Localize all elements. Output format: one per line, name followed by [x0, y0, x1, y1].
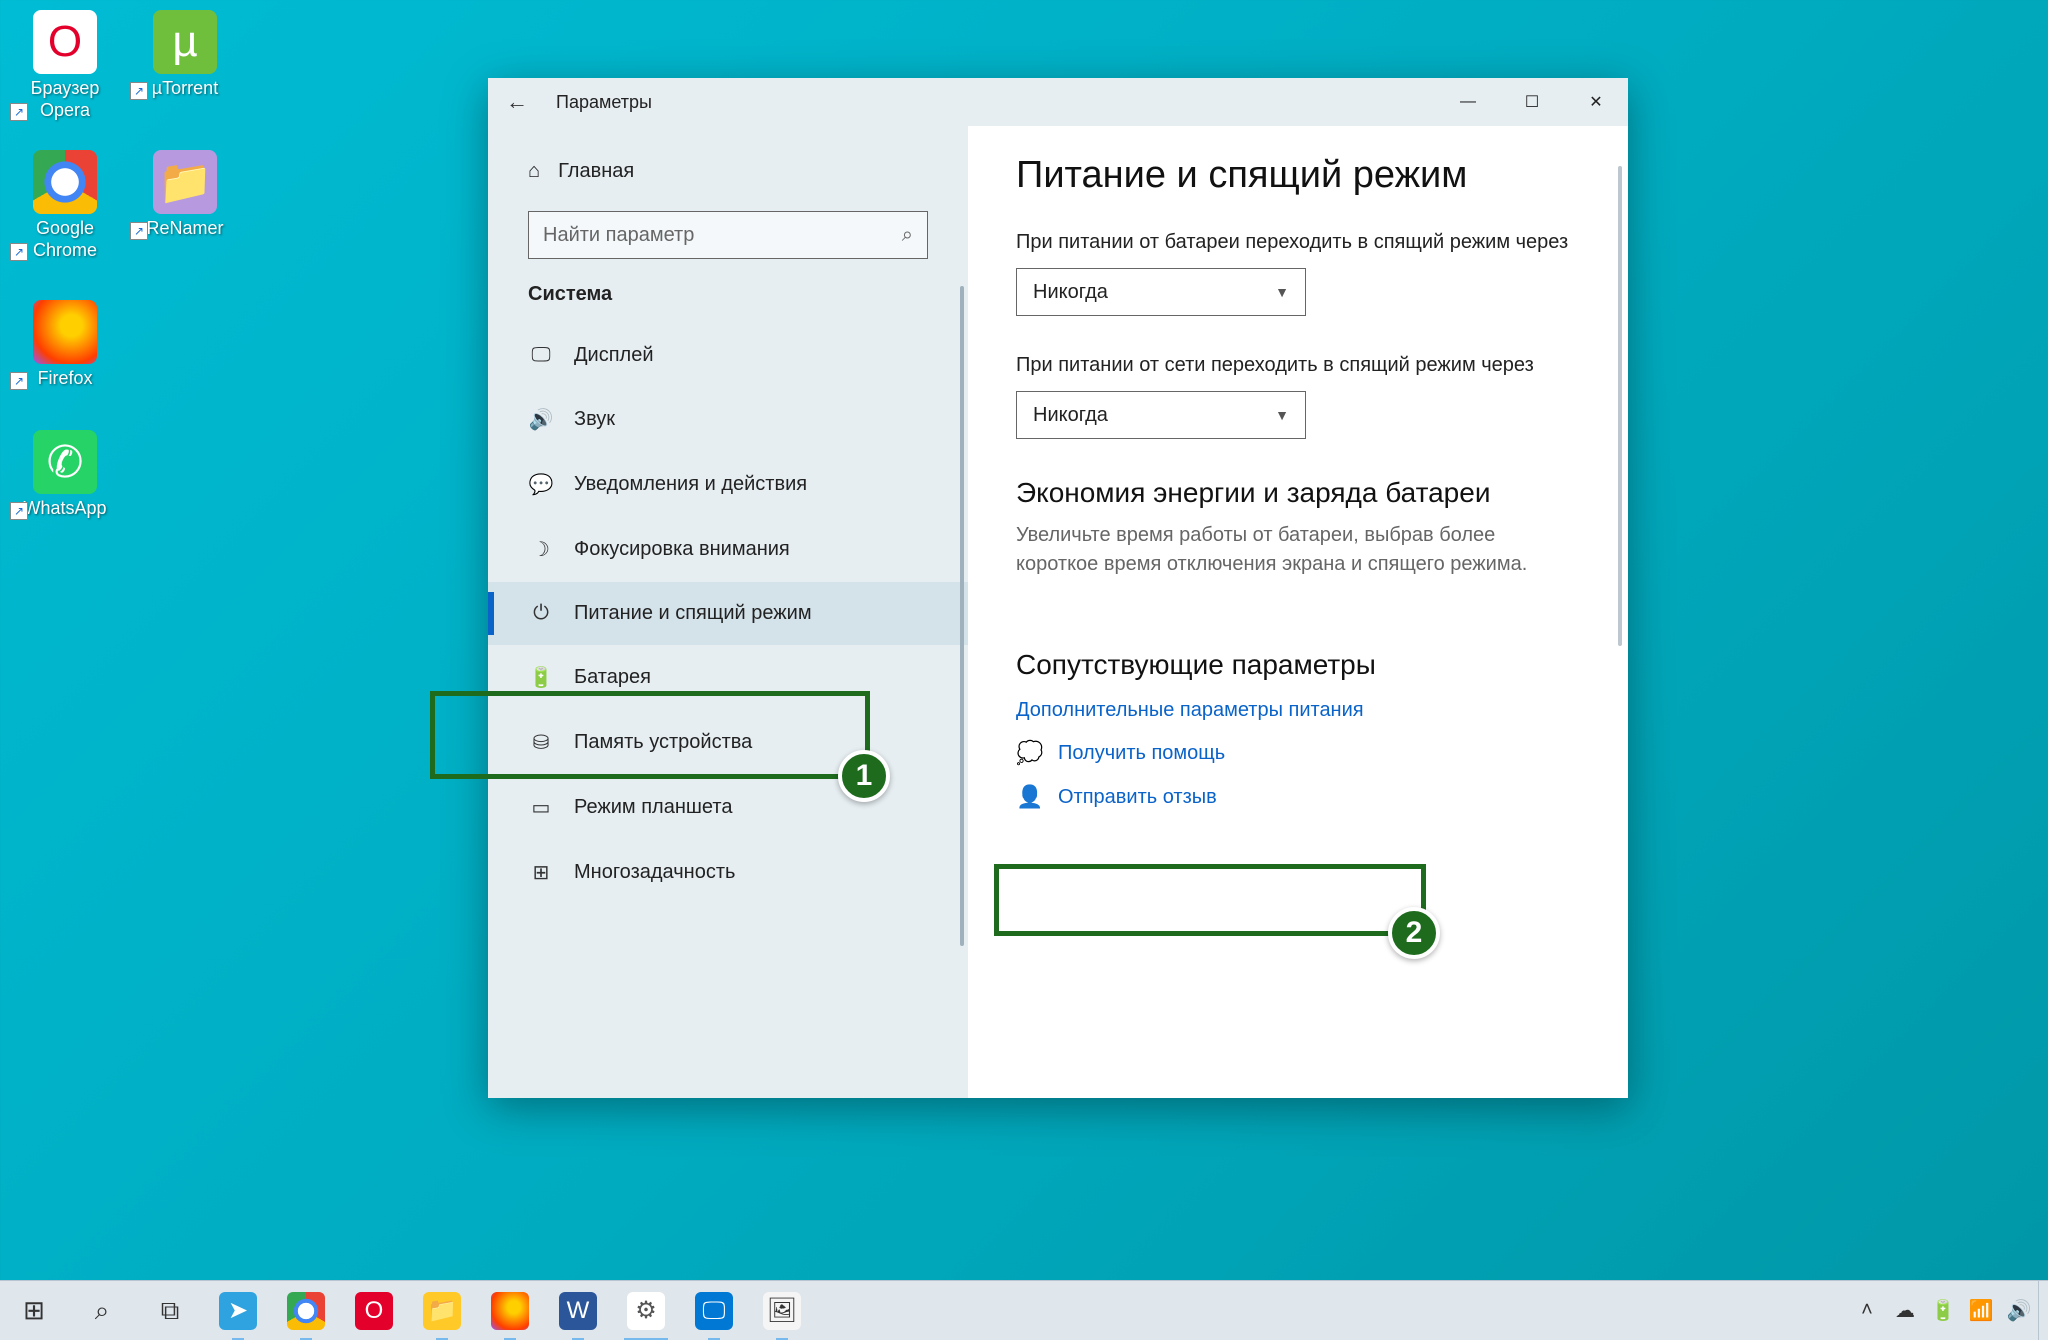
- taskbar-opera[interactable]: O: [340, 1281, 408, 1340]
- show-desktop-button[interactable]: [2038, 1281, 2048, 1340]
- maximize-button[interactable]: ☐: [1500, 78, 1564, 126]
- content-scrollbar[interactable]: [1618, 166, 1622, 646]
- energy-saver-heading: Экономия энергии и заряда батареи: [1016, 477, 1580, 509]
- nav-label: Память устройства: [574, 731, 752, 754]
- help-icon: 💭: [1016, 740, 1042, 766]
- tray-overflow-icon[interactable]: ˄: [1848, 1281, 1886, 1340]
- dropdown-value: Никогда: [1033, 281, 1108, 304]
- tray-onedrive-icon[interactable]: ☁: [1886, 1281, 1924, 1340]
- nav-label: Батарея: [574, 666, 651, 689]
- search-icon: ⌕: [902, 224, 913, 247]
- tray-wifi-icon[interactable]: 📶: [1962, 1281, 2000, 1340]
- nav-notifications[interactable]: 💬 Уведомления и действия: [488, 452, 968, 517]
- sidebar-scrollbar[interactable]: [960, 286, 964, 946]
- settings-window: ← Параметры — ☐ ✕ ⌂ Главная Найти параме…: [488, 78, 1628, 1098]
- feedback-icon: 👤: [1016, 784, 1042, 810]
- back-button[interactable]: ←: [506, 89, 538, 115]
- desktop-icon-renamer[interactable]: 📁↗ ReNamer: [130, 150, 240, 240]
- home-label: Главная: [558, 160, 634, 183]
- nav-label: Питание и спящий режим: [574, 602, 812, 625]
- nav-storage[interactable]: ⛁ Память устройства: [488, 710, 968, 775]
- battery-sleep-dropdown[interactable]: Никогда ▼: [1016, 268, 1306, 316]
- opera-icon: O↗: [33, 10, 97, 74]
- taskbar-monitor[interactable]: 🖵: [680, 1281, 748, 1340]
- minimize-button[interactable]: —: [1436, 78, 1500, 126]
- battery-sleep-label: При питании от батареи переходить в спящ…: [1016, 231, 1580, 254]
- nav-label: Режим планшета: [574, 796, 732, 819]
- nav-display[interactable]: 🖵 Дисплей: [488, 324, 968, 387]
- taskbar-photos[interactable]: 🖼: [748, 1281, 816, 1340]
- tray-volume-icon[interactable]: 🔊: [2000, 1281, 2038, 1340]
- feedback-link[interactable]: Отправить отзыв: [1058, 786, 1217, 809]
- desktop-icon-chrome[interactable]: ↗ Google Chrome: [10, 150, 120, 261]
- desktop-icon-opera[interactable]: O↗ Браузер Opera: [10, 10, 120, 121]
- whatsapp-icon: ✆↗: [33, 430, 97, 494]
- additional-power-link[interactable]: Дополнительные параметры питания: [1016, 699, 1364, 722]
- dropdown-value: Никогда: [1033, 404, 1108, 427]
- desktop-icon-utorrent[interactable]: µ↗ µTorrent: [130, 10, 240, 100]
- page-title: Питание и спящий режим: [1016, 154, 1580, 197]
- taskbar-firefox[interactable]: [476, 1281, 544, 1340]
- get-help-link[interactable]: Получить помощь: [1058, 742, 1225, 765]
- notify-icon: 💬: [528, 472, 554, 497]
- close-button[interactable]: ✕: [1564, 78, 1628, 126]
- renamer-icon: 📁↗: [153, 150, 217, 214]
- chevron-down-icon: ▼: [1275, 284, 1289, 300]
- storage-icon: ⛁: [528, 730, 554, 755]
- focus-icon: ☽: [528, 537, 554, 562]
- nav-label: Уведомления и действия: [574, 473, 807, 496]
- taskbar: ⊞ ⌕ ⧉ ➤ O 📁 W ⚙ 🖵 🖼 ˄ ☁ 🔋 📶 🔊: [0, 1280, 2048, 1340]
- window-title: Параметры: [556, 92, 652, 113]
- feedback-row: 👤 Отправить отзыв: [1016, 784, 1580, 810]
- desktop-icon-whatsapp[interactable]: ✆↗ WhatsApp: [10, 430, 120, 520]
- search-placeholder: Найти параметр: [543, 224, 694, 247]
- utorrent-icon: µ↗: [153, 10, 217, 74]
- nav-list: 🖵 Дисплей 🔊 Звук 💬 Уведомления и действия ☽…: [488, 324, 968, 905]
- power-icon: ⏻: [528, 602, 554, 625]
- nav-label: Дисплей: [574, 344, 654, 367]
- taskbar-word[interactable]: W: [544, 1281, 612, 1340]
- firefox-icon: ↗: [33, 300, 97, 364]
- battery-icon: 🔋: [528, 665, 554, 690]
- nav-label: Многозадачность: [574, 861, 735, 884]
- ac-sleep-dropdown[interactable]: Никогда ▼: [1016, 391, 1306, 439]
- multitask-icon: ⊞: [528, 860, 554, 885]
- start-button[interactable]: ⊞: [0, 1281, 68, 1340]
- home-link[interactable]: ⌂ Главная: [488, 150, 968, 193]
- sidebar: ⌂ Главная Найти параметр ⌕ Система 🖵 Дисп…: [488, 126, 968, 1098]
- energy-saver-desc: Увеличьте время работы от батареи, выбра…: [1016, 521, 1576, 579]
- related-heading: Сопутствующие параметры: [1016, 649, 1580, 681]
- help-row: 💭 Получить помощь: [1016, 740, 1580, 766]
- nav-tablet[interactable]: ▭ Режим планшета: [488, 775, 968, 840]
- nav-battery[interactable]: 🔋 Батарея: [488, 645, 968, 710]
- chrome-icon: ↗: [33, 150, 97, 214]
- taskbar-telegram[interactable]: ➤: [204, 1281, 272, 1340]
- tray-battery-icon[interactable]: 🔋: [1924, 1281, 1962, 1340]
- taskbar-settings[interactable]: ⚙: [612, 1281, 680, 1340]
- content-pane: Питание и спящий режим При питании от ба…: [968, 126, 1628, 1098]
- section-label: Система: [488, 283, 968, 324]
- search-button[interactable]: ⌕: [68, 1281, 136, 1340]
- taskbar-chrome[interactable]: [272, 1281, 340, 1340]
- nav-label: Звук: [574, 408, 615, 431]
- nav-focus[interactable]: ☽ Фокусировка внимания: [488, 517, 968, 582]
- nav-multitask[interactable]: ⊞ Многозадачность: [488, 840, 968, 905]
- display-icon: 🖵: [528, 344, 554, 367]
- tablet-icon: ▭: [528, 795, 554, 820]
- taskbar-explorer[interactable]: 📁: [408, 1281, 476, 1340]
- nav-label: Фокусировка внимания: [574, 538, 790, 561]
- titlebar[interactable]: ← Параметры — ☐ ✕: [488, 78, 1628, 126]
- ac-sleep-label: При питании от сети переходить в спящий …: [1016, 354, 1580, 377]
- nav-sound[interactable]: 🔊 Звук: [488, 387, 968, 452]
- desktop-icon-firefox[interactable]: ↗ Firefox: [10, 300, 120, 390]
- nav-power-sleep[interactable]: ⏻ Питание и спящий режим: [488, 582, 968, 645]
- home-icon: ⌂: [528, 160, 540, 183]
- chevron-down-icon: ▼: [1275, 407, 1289, 423]
- sound-icon: 🔊: [528, 407, 554, 432]
- task-view-button[interactable]: ⧉: [136, 1281, 204, 1340]
- search-input[interactable]: Найти параметр ⌕: [528, 211, 928, 259]
